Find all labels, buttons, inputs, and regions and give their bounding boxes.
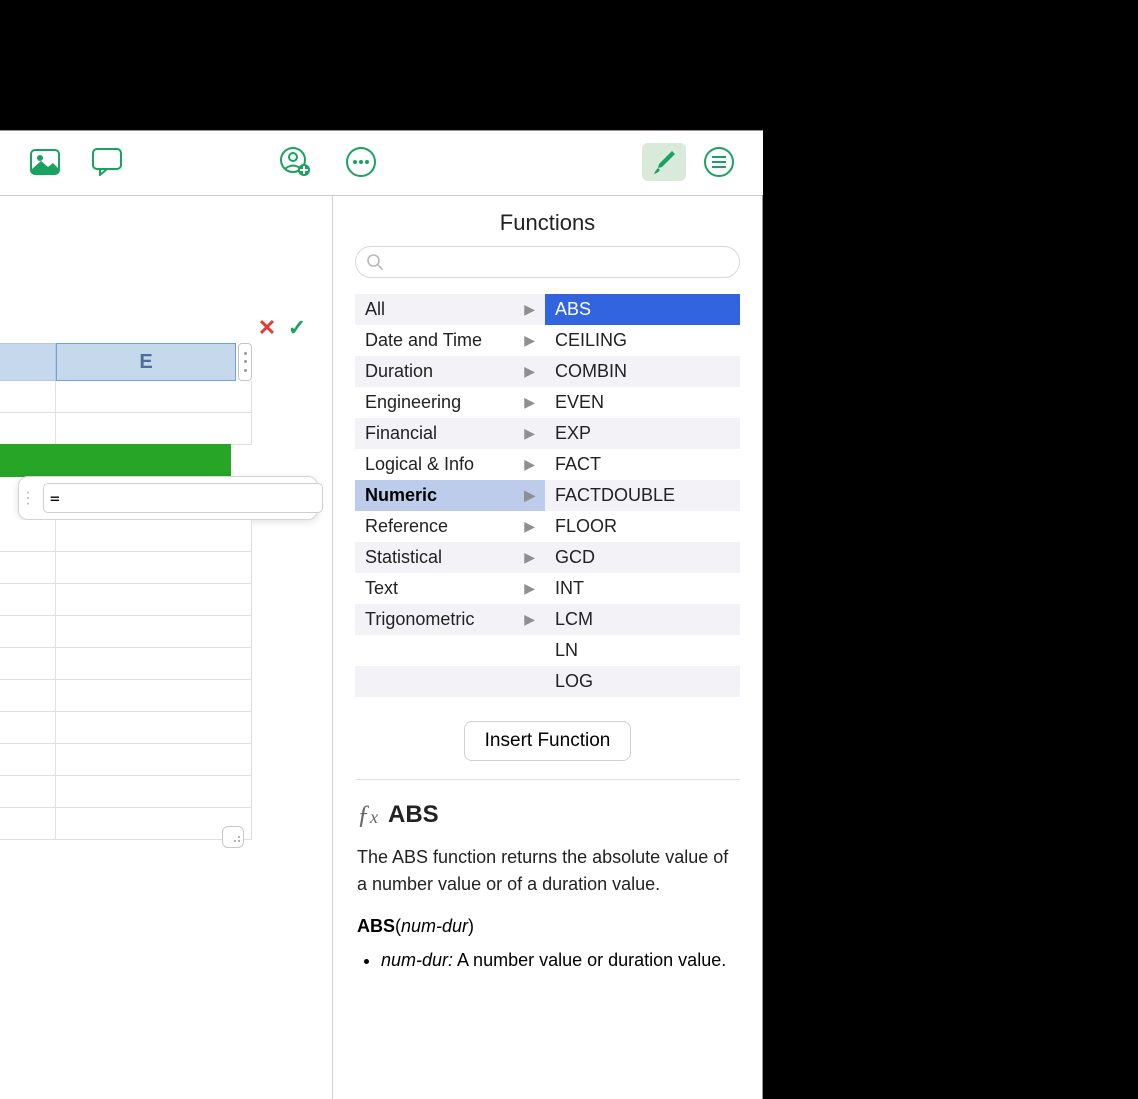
category-item[interactable]: All ▶ [355,294,545,325]
accept-button[interactable]: ✓ [286,317,308,339]
category-label: Text [365,578,398,599]
category-label: Financial [365,423,437,444]
column-header-blank[interactable] [0,343,56,381]
category-item[interactable]: Engineering ▶ [355,387,545,418]
search-input[interactable] [356,247,739,277]
callout-line [770,853,784,855]
app-window: ✕ ✓ E ⋮ ✕ [0,130,763,1099]
function-item[interactable]: LOG [545,666,740,697]
search-icon [366,253,384,271]
category-label: All [365,299,385,320]
category-item[interactable]: Text ▶ [355,573,545,604]
function-item[interactable]: COMBIN [545,356,740,387]
cancel-button[interactable]: ✕ [256,317,278,339]
comment-icon[interactable] [90,145,124,179]
callout-line [681,88,683,136]
column-header-e[interactable]: E [56,343,236,381]
chevron-right-icon: ▶ [524,487,535,504]
organize-circle-icon[interactable] [702,145,736,179]
chevron-right-icon: ▶ [524,301,535,318]
argument-item: num-dur: A number value or duration valu… [381,947,738,974]
selected-data-cell[interactable] [0,444,231,477]
category-list: All▶Date and Time▶Duration▶Engineering▶F… [355,294,545,697]
functions-panel: Functions All▶Date and Time▶Duration▶Eng… [332,195,762,1099]
table-resize-handle[interactable] [222,826,244,848]
chevron-right-icon: ▶ [524,456,535,473]
chevron-right-icon: ▶ [524,425,535,442]
toolbar [0,131,763,195]
category-item[interactable]: Duration ▶ [355,356,545,387]
chevron-right-icon: ▶ [524,611,535,628]
category-item[interactable]: Trigonometric ▶ [355,604,545,635]
category-item[interactable]: Reference ▶ [355,511,545,542]
chevron-right-icon: ▶ [524,549,535,566]
function-item[interactable]: EVEN [545,387,740,418]
category-label: Statistical [365,547,442,568]
function-item[interactable]: INT [545,573,740,604]
panel-title: Functions [333,196,762,246]
category-label: Logical & Info [365,454,474,475]
category-label: Trigonometric [365,609,474,630]
format-paintbrush-icon[interactable] [642,143,686,181]
spreadsheet-area: ✕ ✓ E ⋮ ✕ [0,195,332,1099]
function-item[interactable]: FACT [545,449,740,480]
callout-line [783,853,785,1083]
function-item[interactable]: ABS [545,294,740,325]
function-item[interactable]: FACTDOUBLE [545,480,740,511]
category-item[interactable]: Numeric ▶ [355,480,545,511]
drag-handle-icon[interactable]: ⋮ [19,488,37,508]
detail-signature: ABS(num-dur) [357,916,738,937]
category-item-empty [355,635,545,666]
cell-grid-lower [0,520,252,840]
column-resize-handle[interactable] [238,343,252,381]
media-icon[interactable] [28,145,62,179]
column-header-label: E [139,351,152,374]
chevron-right-icon: ▶ [524,580,535,597]
function-item[interactable]: LN [545,635,740,666]
callout-line [770,543,784,545]
category-item[interactable]: Logical & Info ▶ [355,449,545,480]
function-item[interactable]: LCM [545,604,740,635]
chevron-right-icon: ▶ [524,332,535,349]
collaborate-icon[interactable] [278,145,312,179]
callout-line [770,331,784,333]
category-label: Date and Time [365,330,482,351]
function-item[interactable]: CEILING [545,325,740,356]
detail-function-name: ABS [388,801,439,829]
callout-line [770,966,784,968]
search-field[interactable] [355,246,740,278]
category-label: Duration [365,361,433,382]
category-item[interactable]: Financial ▶ [355,418,545,449]
more-icon[interactable] [344,145,378,179]
category-item[interactable]: Statistical ▶ [355,542,545,573]
function-browser: All▶Date and Time▶Duration▶Engineering▶F… [333,294,762,713]
category-item-empty [355,666,545,697]
fx-icon: ƒx [357,800,378,830]
category-label: Reference [365,516,448,537]
function-item[interactable]: FLOOR [545,511,740,542]
function-item[interactable]: GCD [545,542,740,573]
cell-grid-upper [0,381,252,445]
formula-input[interactable] [43,483,323,513]
chevron-right-icon: ▶ [524,394,535,411]
callout-line [770,1083,784,1085]
detail-description: The ABS function returns the absolute va… [357,844,738,898]
category-item[interactable]: Date and Time ▶ [355,325,545,356]
chevron-right-icon: ▶ [524,363,535,380]
formula-editor: ⋮ ✕ ✓ [18,476,318,520]
chevron-right-icon: ▶ [524,518,535,535]
category-label: Engineering [365,392,461,413]
category-label: Numeric [365,485,437,506]
argument-list: num-dur: A number value or duration valu… [357,947,738,974]
function-item[interactable]: EXP [545,418,740,449]
function-list: ABSCEILINGCOMBINEVENEXPFACTFACTDOUBLEFLO… [545,294,740,697]
insert-function-button[interactable]: Insert Function [464,721,632,761]
callout-line [770,755,784,757]
function-detail: ƒx ABS The ABS function returns the abso… [333,780,762,974]
